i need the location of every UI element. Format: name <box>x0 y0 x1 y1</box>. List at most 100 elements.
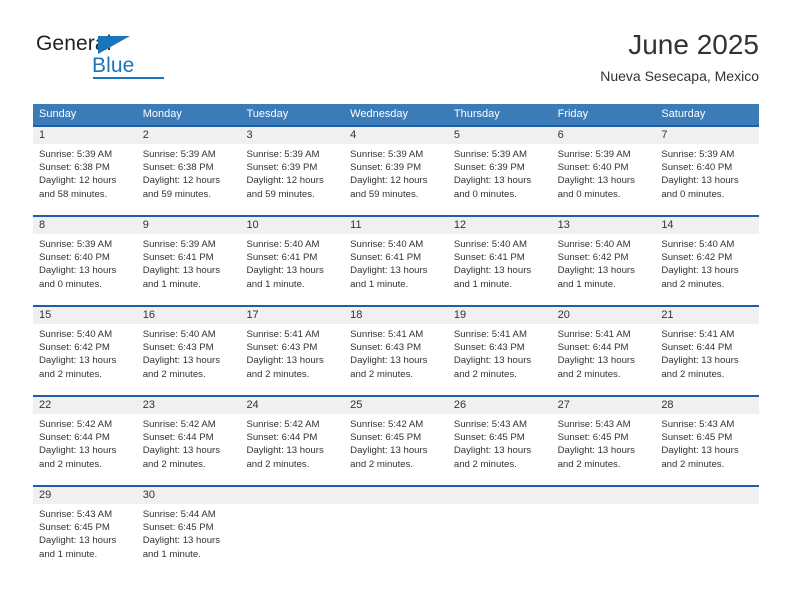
daylight-line-2: and 2 minutes. <box>557 368 621 380</box>
day-details: Sunrise: 5:43 AM Sunset: 6:45 PM Dayligh… <box>655 414 759 471</box>
daylight-line-2: and 0 minutes. <box>453 188 517 200</box>
day-cell[interactable]: 13 Sunrise: 5:40 AM Sunset: 6:42 PM Dayl… <box>551 217 656 305</box>
day-cell[interactable]: 27 Sunrise: 5:43 AM Sunset: 6:45 PM Dayl… <box>551 397 656 485</box>
sunset-line: Sunset: 6:44 PM <box>661 342 733 354</box>
day-details: Sunrise: 5:42 AM Sunset: 6:44 PM Dayligh… <box>137 414 241 471</box>
week-row: 22 Sunrise: 5:42 AM Sunset: 6:44 PM Dayl… <box>33 395 760 485</box>
day-cell[interactable]: 9 Sunrise: 5:39 AM Sunset: 6:41 PM Dayli… <box>136 217 241 305</box>
daylight-line-2: and 0 minutes. <box>661 188 725 200</box>
day-cell[interactable]: 14 Sunrise: 5:40 AM Sunset: 6:42 PM Dayl… <box>655 217 760 305</box>
day-cell[interactable]: 5 Sunrise: 5:39 AM Sunset: 6:39 PM Dayli… <box>447 127 552 215</box>
daylight-line-2: and 1 minute. <box>557 278 616 290</box>
sunrise-line: Sunrise: 5:41 AM <box>350 329 424 340</box>
sunrise-line: Sunrise: 5:43 AM <box>39 509 113 520</box>
day-details: Sunrise: 5:40 AM Sunset: 6:43 PM Dayligh… <box>137 324 241 381</box>
day-cell[interactable]: 22 Sunrise: 5:42 AM Sunset: 6:44 PM Dayl… <box>33 397 137 485</box>
sunrise-line: Sunrise: 5:40 AM <box>246 239 320 250</box>
logo-text-blue: Blue <box>92 54 135 77</box>
day-cell[interactable]: 1 Sunrise: 5:39 AM Sunset: 6:38 PM Dayli… <box>33 127 137 215</box>
week-row: 15 Sunrise: 5:40 AM Sunset: 6:42 PM Dayl… <box>33 305 760 395</box>
day-cell[interactable]: 20 Sunrise: 5:41 AM Sunset: 6:44 PM Dayl… <box>551 307 656 395</box>
sunset-line: Sunset: 6:44 PM <box>39 432 110 444</box>
day-cell[interactable]: 16 Sunrise: 5:40 AM Sunset: 6:43 PM Dayl… <box>136 307 241 395</box>
day-details: Sunrise: 5:39 AM Sunset: 6:39 PM Dayligh… <box>240 144 344 201</box>
daylight-line-2: and 1 minute. <box>350 278 409 290</box>
day-cell[interactable]: 29 Sunrise: 5:43 AM Sunset: 6:45 PM Dayl… <box>33 487 137 577</box>
day-cell[interactable]: 15 Sunrise: 5:40 AM Sunset: 6:42 PM Dayl… <box>33 307 137 395</box>
day-cell[interactable]: 30 Sunrise: 5:44 AM Sunset: 6:45 PM Dayl… <box>136 487 241 577</box>
day-details: Sunrise: 5:39 AM Sunset: 6:40 PM Dayligh… <box>655 144 759 201</box>
sunset-line: Sunset: 6:40 PM <box>661 162 733 174</box>
day-number: 10 <box>240 217 345 234</box>
sunset-line: Sunset: 6:39 PM <box>246 162 318 174</box>
day-details: Sunrise: 5:41 AM Sunset: 6:43 PM Dayligh… <box>448 324 552 381</box>
daylight-line-1: Daylight: 13 hours <box>246 445 324 457</box>
day-cell[interactable]: 21 Sunrise: 5:41 AM Sunset: 6:44 PM Dayl… <box>655 307 760 395</box>
weekday-wednesday: Wednesday <box>350 108 409 120</box>
daylight-line-2: and 2 minutes. <box>39 458 102 470</box>
day-cell[interactable]: 18 Sunrise: 5:41 AM Sunset: 6:43 PM Dayl… <box>344 307 448 395</box>
sunrise-line: Sunrise: 5:39 AM <box>557 149 631 160</box>
sunset-line: Sunset: 6:39 PM <box>350 162 422 174</box>
day-number: 11 <box>344 217 448 234</box>
day-cell[interactable]: 24 Sunrise: 5:42 AM Sunset: 6:44 PM Dayl… <box>240 397 345 485</box>
sunrise-line: Sunrise: 5:40 AM <box>453 239 527 250</box>
general-blue-logo[interactable]: General Blue <box>36 32 236 88</box>
daylight-line-1: Daylight: 13 hours <box>142 265 221 277</box>
daylight-line-2: and 2 minutes. <box>453 458 517 470</box>
day-cell[interactable]: 19 Sunrise: 5:41 AM Sunset: 6:43 PM Dayl… <box>447 307 552 395</box>
sunset-line: Sunset: 6:43 PM <box>142 342 214 354</box>
sunset-line: Sunset: 6:40 PM <box>557 162 629 174</box>
day-cell[interactable]: 10 Sunrise: 5:40 AM Sunset: 6:41 PM Dayl… <box>240 217 345 305</box>
day-cell[interactable]: 12 Sunrise: 5:40 AM Sunset: 6:41 PM Dayl… <box>447 217 552 305</box>
day-cell[interactable]: 6 Sunrise: 5:39 AM Sunset: 6:40 PM Dayli… <box>551 127 656 215</box>
day-cell[interactable]: 7 Sunrise: 5:39 AM Sunset: 6:40 PM Dayli… <box>655 127 760 215</box>
daylight-line-1: Daylight: 13 hours <box>661 355 739 367</box>
day-details: Sunrise: 5:42 AM Sunset: 6:44 PM Dayligh… <box>240 414 344 471</box>
daylight-line-1: Daylight: 13 hours <box>557 265 635 277</box>
daylight-line-1: Daylight: 13 hours <box>350 265 428 277</box>
masthead: General Blue June 2025 Nueva Sesecapa, M… <box>33 28 759 94</box>
day-cell[interactable]: 2 Sunrise: 5:39 AM Sunset: 6:38 PM Dayli… <box>136 127 241 215</box>
day-details: Sunrise: 5:40 AM Sunset: 6:41 PM Dayligh… <box>240 234 344 291</box>
day-number: 19 <box>447 307 552 324</box>
day-number: 9 <box>136 217 241 234</box>
day-number: 8 <box>33 217 137 234</box>
day-details: Sunrise: 5:40 AM Sunset: 6:42 PM Dayligh… <box>552 234 656 291</box>
day-cell[interactable]: 17 Sunrise: 5:41 AM Sunset: 6:43 PM Dayl… <box>240 307 345 395</box>
daylight-line-1: Daylight: 12 hours <box>350 175 428 187</box>
day-number: 25 <box>344 397 448 414</box>
sunrise-line: Sunrise: 5:43 AM <box>453 419 527 430</box>
sunset-line: Sunset: 6:44 PM <box>142 432 214 444</box>
day-number: 3 <box>240 127 345 144</box>
daylight-line-1: Daylight: 13 hours <box>661 445 739 457</box>
day-cell[interactable]: 25 Sunrise: 5:42 AM Sunset: 6:45 PM Dayl… <box>344 397 448 485</box>
day-cell[interactable]: 8 Sunrise: 5:39 AM Sunset: 6:40 PM Dayli… <box>33 217 137 305</box>
day-details: Sunrise: 5:41 AM Sunset: 6:44 PM Dayligh… <box>552 324 656 381</box>
daylight-line-2: and 0 minutes. <box>557 188 621 200</box>
sunrise-line: Sunrise: 5:40 AM <box>661 239 735 250</box>
day-cell[interactable]: 4 Sunrise: 5:39 AM Sunset: 6:39 PM Dayli… <box>344 127 448 215</box>
logo-underline <box>93 77 164 79</box>
daylight-line-1: Daylight: 13 hours <box>557 355 635 367</box>
day-cell[interactable]: 11 Sunrise: 5:40 AM Sunset: 6:41 PM Dayl… <box>344 217 448 305</box>
sunset-line: Sunset: 6:45 PM <box>350 432 422 444</box>
sunrise-line: Sunrise: 5:42 AM <box>350 419 424 430</box>
sunset-line: Sunset: 6:45 PM <box>39 522 110 534</box>
day-cell[interactable]: 3 Sunrise: 5:39 AM Sunset: 6:39 PM Dayli… <box>240 127 345 215</box>
sunset-line: Sunset: 6:45 PM <box>453 432 525 444</box>
day-number: 27 <box>551 397 656 414</box>
daylight-line-1: Daylight: 12 hours <box>142 175 221 187</box>
day-number: 15 <box>33 307 137 324</box>
weekday-header-row: Sunday Monday Tuesday Wednesday Thursday… <box>33 104 759 125</box>
day-details: Sunrise: 5:40 AM Sunset: 6:41 PM Dayligh… <box>344 234 448 291</box>
day-cell[interactable]: 23 Sunrise: 5:42 AM Sunset: 6:44 PM Dayl… <box>136 397 241 485</box>
day-cell[interactable]: 28 Sunrise: 5:43 AM Sunset: 6:45 PM Dayl… <box>655 397 760 485</box>
day-number: 24 <box>240 397 345 414</box>
sunset-line: Sunset: 6:41 PM <box>453 252 525 264</box>
day-cell[interactable]: 26 Sunrise: 5:43 AM Sunset: 6:45 PM Dayl… <box>447 397 552 485</box>
daylight-line-2: and 58 minutes. <box>39 188 108 200</box>
sunset-line: Sunset: 6:42 PM <box>39 342 110 354</box>
daylight-line-2: and 2 minutes. <box>350 458 414 470</box>
sunrise-line: Sunrise: 5:41 AM <box>661 329 735 340</box>
